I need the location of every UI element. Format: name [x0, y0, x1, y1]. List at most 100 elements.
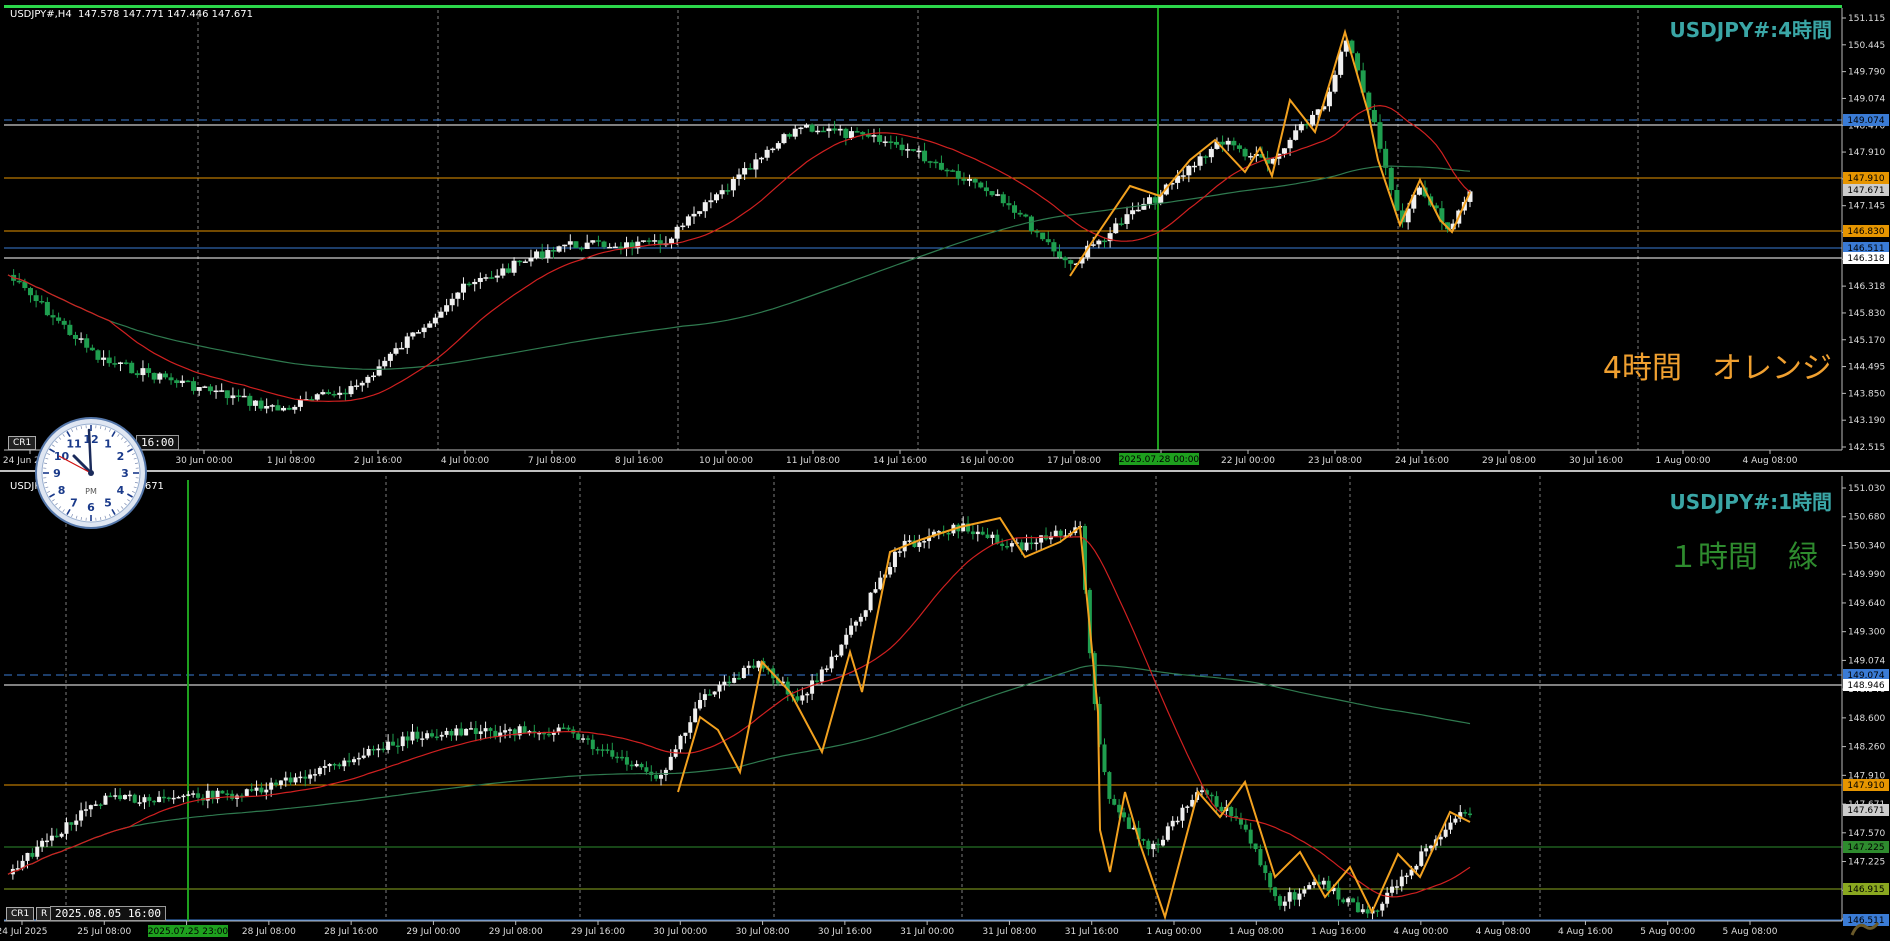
price-tick-label: 145.170 — [1848, 336, 1885, 346]
candle-body — [849, 625, 854, 635]
clock-number: 12 — [83, 433, 98, 446]
candle-body — [579, 247, 585, 250]
candle-body — [220, 790, 225, 794]
candle-body — [922, 541, 927, 543]
candle-body — [927, 161, 933, 163]
cr-badge[interactable]: CR1 — [8, 436, 37, 450]
candle-body — [410, 731, 415, 741]
time-tick-label: 8 Jul 16:00 — [615, 456, 664, 466]
candle-body — [147, 797, 152, 801]
candle-body — [72, 334, 78, 339]
price-tick-label: 144.495 — [1848, 363, 1885, 373]
candle-body — [49, 835, 54, 841]
price-tag-label: 148.946 — [1847, 681, 1884, 691]
candle-body — [819, 669, 824, 682]
price-tick-label: 143.850 — [1848, 389, 1885, 399]
candle-body — [938, 162, 944, 170]
chart-h4-canvas[interactable]: 151.115150.445149.790149.074148.470147.9… — [0, 0, 1890, 470]
candle-body — [400, 736, 405, 747]
time-tick-label: 1 Jul 08:00 — [267, 456, 316, 466]
time-tick-label: 1 Aug 00:00 — [1147, 927, 1202, 937]
candle-body — [439, 734, 444, 737]
candle-body — [1219, 806, 1224, 812]
time-tick-label: 29 Jul 00:00 — [406, 927, 460, 937]
candle-body — [978, 182, 984, 188]
candle-body — [683, 732, 688, 736]
candle-body — [1160, 839, 1165, 846]
candle-body — [639, 763, 644, 768]
candle-body — [1297, 893, 1302, 900]
candle-body — [1102, 744, 1107, 773]
candle-body — [1351, 898, 1356, 903]
candle-body — [327, 763, 332, 767]
candle-body — [595, 240, 601, 242]
candle-body — [84, 338, 90, 348]
candle-body — [546, 733, 551, 736]
candle-body — [1346, 898, 1351, 903]
candle-body — [727, 681, 732, 684]
symbol-info: USDJPY#,H4 147.578 147.771 147.446 147.6… — [10, 9, 253, 20]
candle-body — [1118, 223, 1124, 225]
price-tick-label: 149.074 — [1848, 656, 1885, 666]
price-tick-label: 149.074 — [1848, 94, 1885, 104]
candle-body — [249, 789, 254, 791]
cursor-time-text: 2025.07.28 00:00 — [1119, 455, 1200, 465]
candle-body — [30, 852, 35, 857]
candle-body — [843, 128, 849, 138]
candle-body — [775, 143, 781, 149]
candle-body — [1000, 194, 1006, 204]
candle-body — [567, 241, 573, 245]
candle-body — [292, 406, 298, 410]
candle-body — [522, 726, 527, 734]
candle-body — [298, 776, 303, 779]
time-tick-label: 31 Jul 16:00 — [1065, 927, 1119, 937]
time-tick-label: 30 Jun 00:00 — [175, 456, 232, 466]
candle-body — [1248, 156, 1254, 158]
candle-body — [758, 157, 764, 160]
candle-body — [500, 268, 506, 276]
time-tick-label: 30 Jul 16:00 — [1569, 456, 1623, 466]
candle-body — [950, 170, 956, 172]
cr-badge[interactable]: CR1 — [6, 907, 35, 921]
candle-body — [1034, 231, 1040, 233]
candle-body — [1453, 818, 1458, 823]
candle-body — [390, 741, 395, 746]
candle-body — [78, 338, 84, 340]
chart-h1[interactable]: 151.030 150.680 150.340 149.990 149.640 149.3… — [0, 472, 1890, 941]
candle-body — [534, 251, 540, 258]
candle-body — [134, 373, 140, 376]
candle-body — [853, 621, 858, 626]
candle-body — [585, 738, 590, 740]
candle-body — [331, 393, 337, 396]
price-tag-label: 147.910 — [1847, 174, 1884, 184]
candle-body — [1165, 826, 1170, 840]
candle-body — [39, 301, 45, 303]
candle-body — [1355, 902, 1360, 913]
candle-body — [612, 246, 618, 249]
time-tick-label: 4 Aug 16:00 — [1558, 927, 1613, 937]
candle-body — [365, 376, 371, 383]
analog-clock[interactable]: 12 12 3 45678 9 1011 PM — [34, 416, 148, 530]
candle-body — [654, 775, 659, 779]
time-tick-label: 5 Aug 00:00 — [1640, 927, 1695, 937]
candle-body — [610, 750, 615, 757]
candle-body — [787, 134, 793, 137]
candle-body — [101, 357, 107, 360]
chart-h4[interactable]: 151.115 150.445 149.790 149.074 148.470 147.9… — [0, 0, 1890, 470]
candle-body — [288, 777, 293, 783]
chart-h1-canvas[interactable]: 151.030 150.680 150.340 149.990 149.640 149.3… — [0, 472, 1890, 941]
candle-body — [708, 200, 714, 203]
candle-body — [1203, 156, 1209, 158]
candle-body — [1185, 806, 1190, 808]
candle-body — [326, 392, 332, 394]
time-tick-label: 23 Jul 08:00 — [1308, 456, 1362, 466]
candle-body — [844, 634, 849, 645]
candle-body — [1053, 530, 1058, 537]
candle-body — [415, 731, 420, 739]
price-tick-label: 149.300 — [1848, 628, 1885, 638]
candle-body — [258, 400, 264, 409]
candle-body — [985, 534, 990, 538]
candle-body — [955, 170, 961, 179]
candle-body — [410, 332, 416, 337]
candle-body — [814, 680, 819, 682]
